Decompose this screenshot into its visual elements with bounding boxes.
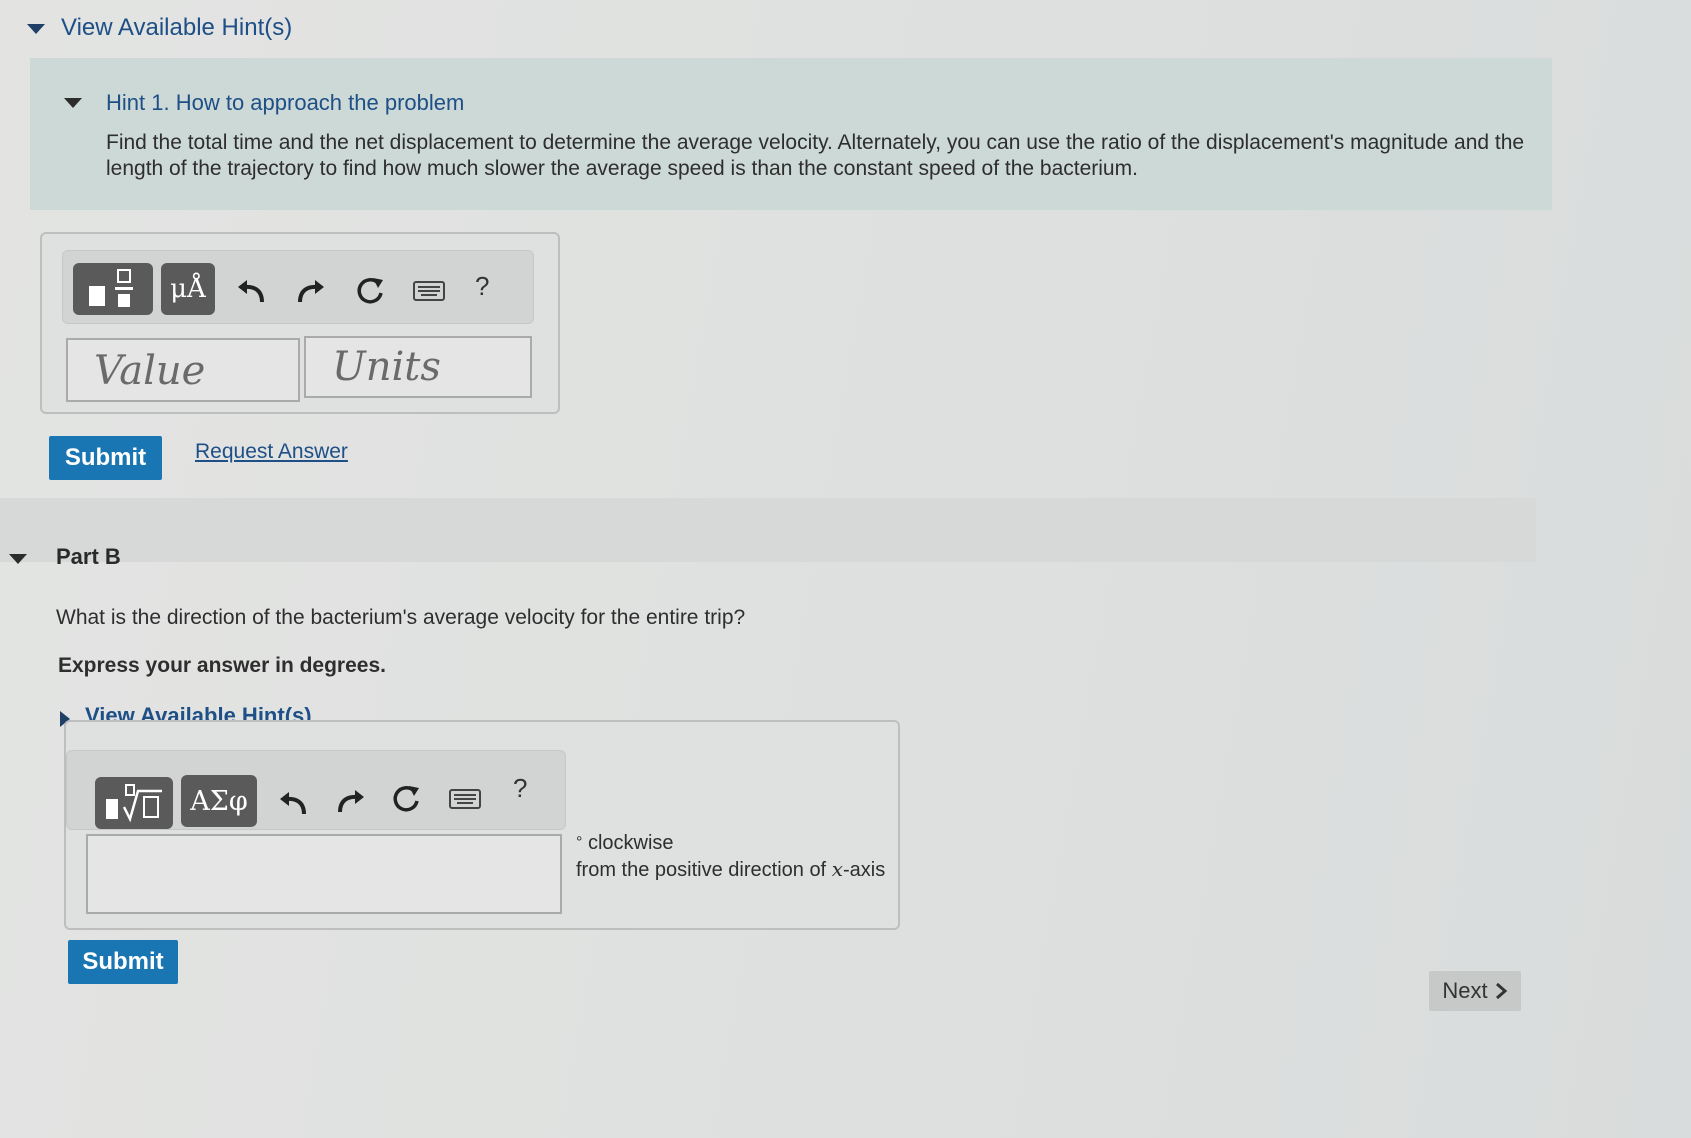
reference-label: from the positive direction of: [576, 859, 827, 881]
hint-body: Find the total time and the net displace…: [106, 131, 1525, 180]
next-label: Next: [1442, 978, 1488, 1003]
part-b-instruction: Express your answer in degrees.: [58, 654, 386, 677]
units-template-button[interactable]: μÅ: [161, 263, 215, 315]
undo-icon[interactable]: [273, 783, 313, 823]
part-a-toolbar: μÅ ?: [62, 250, 534, 324]
part-b-submit-button[interactable]: Submit: [68, 940, 178, 984]
answer-units-label: ° clockwise from the positive direction …: [576, 830, 885, 883]
collapse-triangle-icon[interactable]: [27, 24, 45, 34]
keyboard-icon[interactable]: [445, 781, 485, 817]
greek-symbols-button[interactable]: ΑΣφ: [181, 775, 257, 827]
hint-panel: Hint 1. How to approach the problem Find…: [30, 58, 1552, 210]
help-icon[interactable]: ?: [475, 271, 489, 302]
submit-button[interactable]: Submit: [49, 436, 162, 480]
hint-number: Hint 1.: [106, 90, 170, 115]
keyboard-icon[interactable]: [409, 273, 449, 309]
view-hints-toggle[interactable]: View Available Hint(s): [61, 14, 292, 42]
hint-title-text: How to approach the problem: [175, 90, 465, 115]
help-icon[interactable]: ?: [513, 773, 527, 804]
reset-icon[interactable]: [387, 779, 427, 819]
degree-symbol: °: [576, 834, 583, 851]
sqrt-template-button[interactable]: [95, 777, 173, 829]
units-input[interactable]: Units: [304, 336, 532, 398]
value-placeholder: Value: [94, 348, 206, 394]
redo-icon[interactable]: [331, 781, 371, 821]
part-b-answer-box: ΑΣφ ? ° clockwise from the positive dire…: [64, 720, 900, 930]
value-input[interactable]: Value: [66, 338, 300, 402]
angle-input[interactable]: [86, 834, 562, 914]
fraction-template-icon: [89, 269, 133, 307]
part-b-question: What is the direction of the bacterium's…: [56, 606, 746, 629]
undo-icon[interactable]: [231, 271, 271, 311]
fraction-template-button[interactable]: [73, 263, 153, 315]
chevron-right-icon: [1495, 982, 1507, 1000]
sqrt-template-icon: [106, 784, 162, 823]
axis-variable: x: [831, 857, 843, 881]
hint-collapse-icon[interactable]: [64, 98, 82, 108]
axis-suffix: -axis: [842, 859, 886, 881]
part-b-collapse-icon[interactable]: [9, 554, 27, 564]
part-b-title: Part B: [56, 544, 121, 569]
next-button[interactable]: Next: [1429, 971, 1521, 1011]
hint-title[interactable]: Hint 1. How to approach the problem: [106, 90, 464, 116]
reset-icon[interactable]: [351, 271, 391, 311]
request-answer-link[interactable]: Request Answer: [195, 440, 348, 464]
direction-label: clockwise: [587, 832, 674, 854]
units-placeholder: Units: [332, 344, 441, 390]
redo-icon[interactable]: [291, 271, 331, 311]
part-b-toolbar: ΑΣφ ?: [66, 750, 566, 830]
part-b-header[interactable]: Part B: [0, 498, 1536, 569]
part-a-answer-box: μÅ ? Value Units: [40, 232, 560, 414]
